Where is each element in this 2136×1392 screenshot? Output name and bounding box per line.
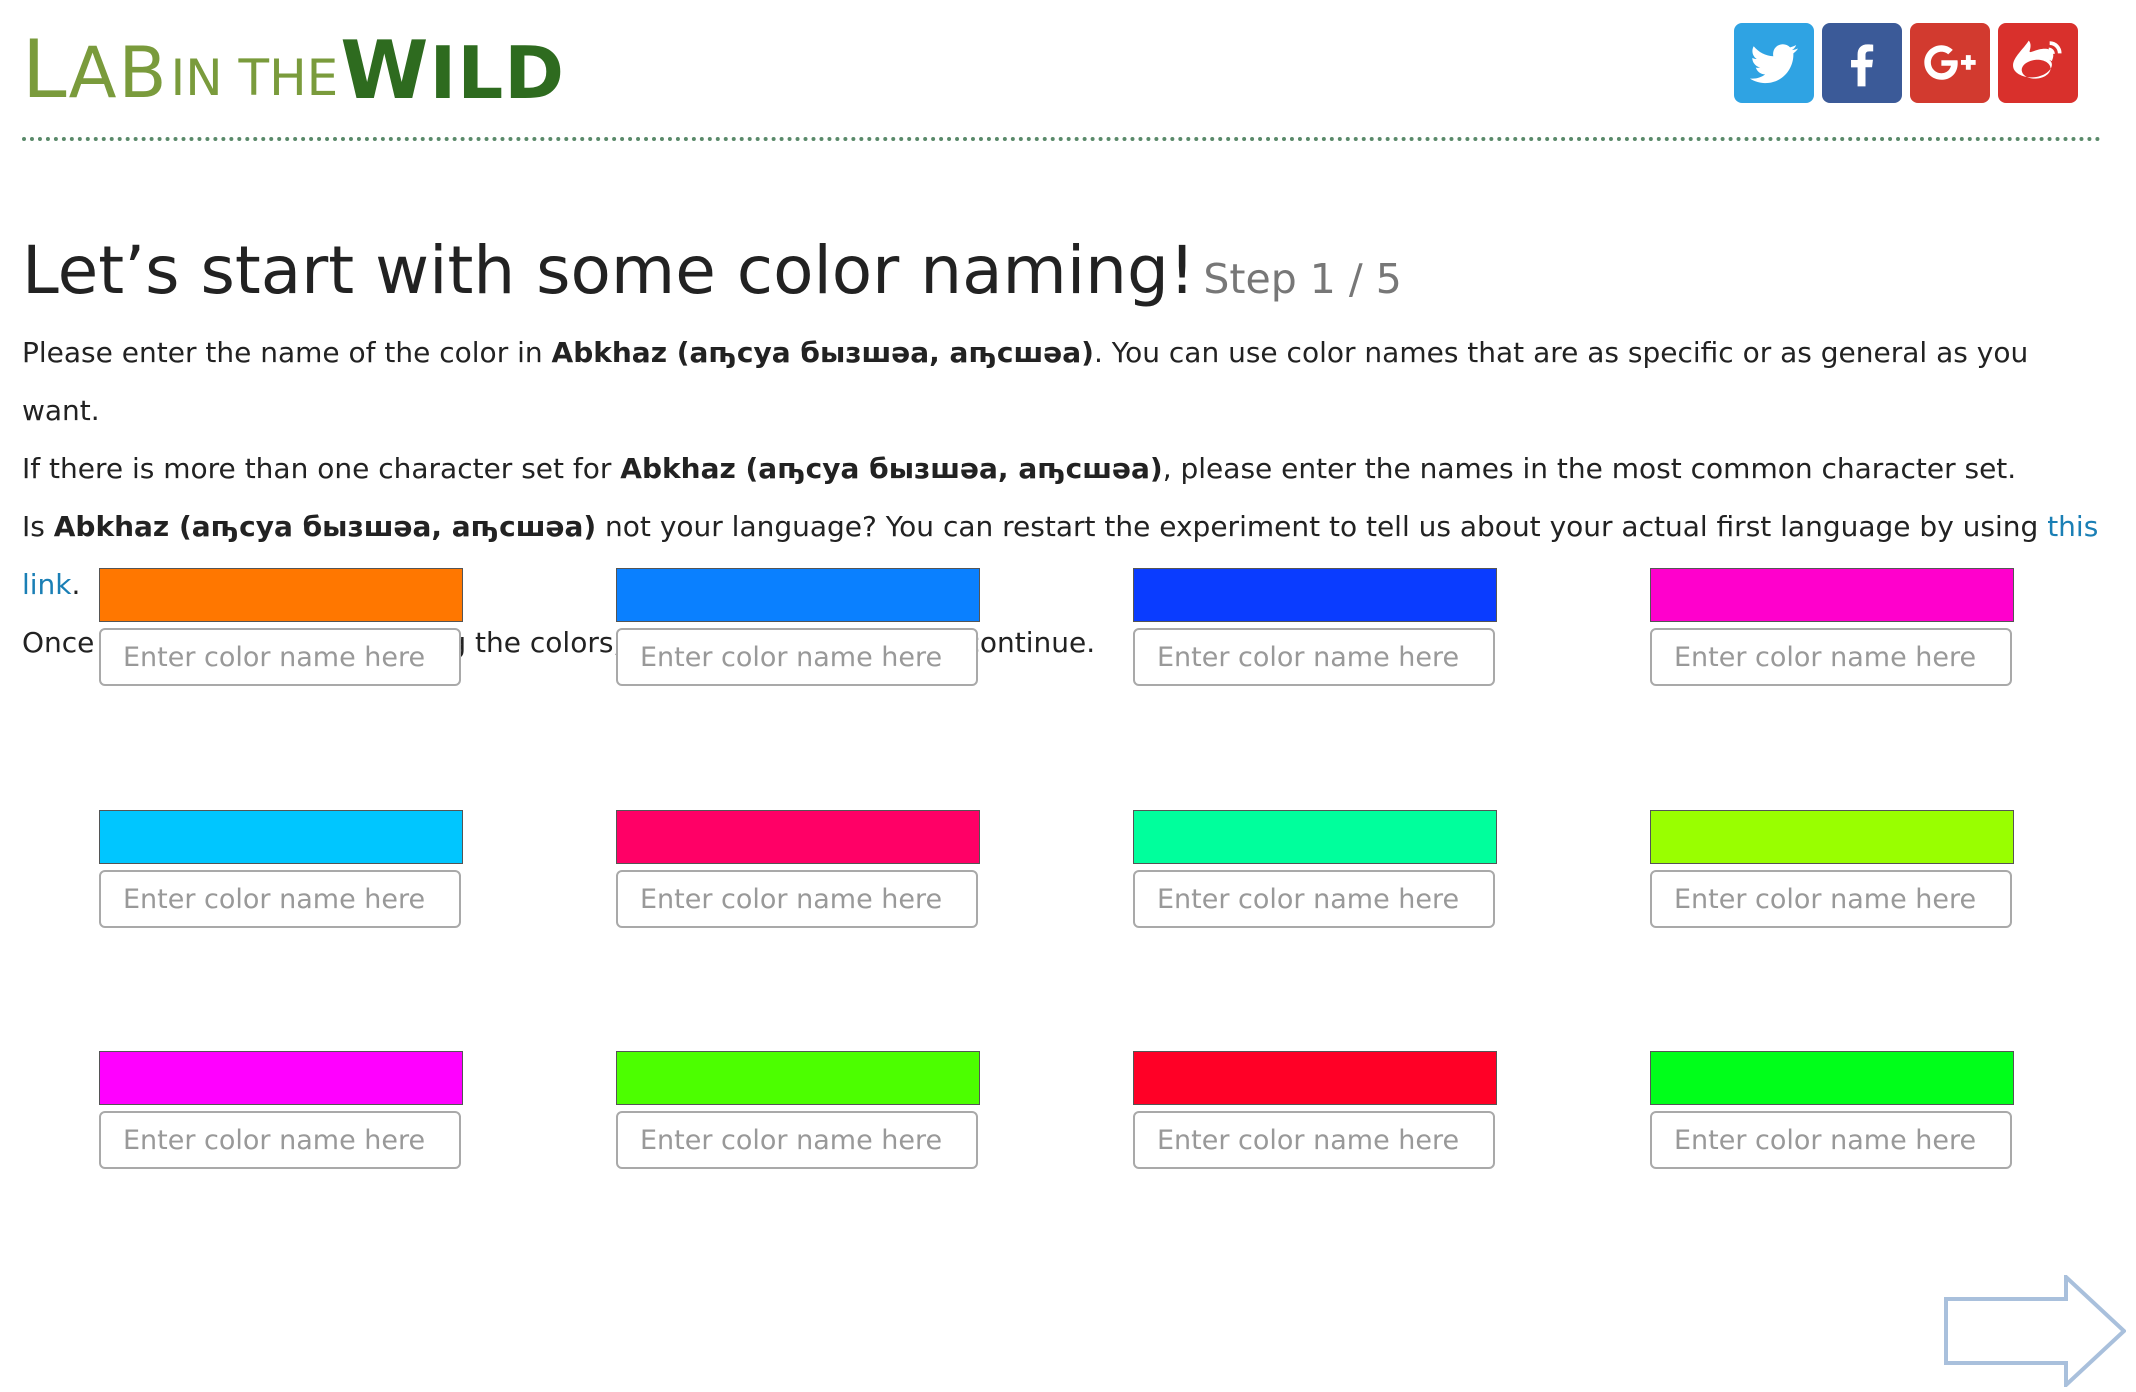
instruction-character-set: If there is more than one character set … <box>22 452 2017 485</box>
twitter-icon <box>1749 44 1799 84</box>
right-arrow-icon <box>1944 1272 2127 1390</box>
color-name-input[interactable] <box>1133 1111 1495 1169</box>
color-swatch <box>616 1051 980 1105</box>
weibo-icon <box>2013 40 2062 79</box>
color-item <box>616 568 980 686</box>
color-item <box>99 568 463 686</box>
color-swatch <box>1650 810 2014 864</box>
color-swatch <box>99 568 463 622</box>
logo-in-the: IN THE <box>170 49 339 107</box>
color-item <box>1133 1051 1497 1169</box>
color-swatch <box>1133 1051 1497 1105</box>
color-swatch <box>1133 810 1497 864</box>
logo-lab: LAB <box>22 23 169 116</box>
color-swatch <box>99 1051 463 1105</box>
google-plus-share-button[interactable] <box>1910 23 1990 103</box>
color-swatch <box>616 568 980 622</box>
instruction-language: Please enter the name of the color in Ab… <box>22 336 2029 427</box>
twitter-share-button[interactable] <box>1734 23 1814 103</box>
color-item <box>1650 810 2014 928</box>
color-item <box>1133 568 1497 686</box>
color-swatch <box>616 810 980 864</box>
page-title: Let’s start with some color naming! Step … <box>22 232 1402 309</box>
header: LAB IN THE WILD <box>0 0 2136 145</box>
color-name-input[interactable] <box>616 628 978 686</box>
next-step-button[interactable] <box>1944 1272 2127 1390</box>
color-item <box>99 1051 463 1169</box>
social-share-buttons <box>1734 23 2078 103</box>
color-swatch <box>1133 568 1497 622</box>
color-item <box>1133 810 1497 928</box>
color-name-input[interactable] <box>1133 870 1495 928</box>
color-name-input[interactable] <box>1650 870 2012 928</box>
color-swatch <box>1650 568 2014 622</box>
color-name-input[interactable] <box>1650 1111 2012 1169</box>
color-name-input[interactable] <box>99 870 461 928</box>
logo-wild: WILD <box>340 24 565 117</box>
color-swatch <box>99 810 463 864</box>
color-name-input[interactable] <box>616 1111 978 1169</box>
step-indicator: Step 1 / 5 <box>1203 255 1402 303</box>
color-name-input[interactable] <box>616 870 978 928</box>
color-item <box>1650 1051 2014 1169</box>
facebook-icon <box>1851 44 1874 87</box>
color-name-input[interactable] <box>1133 628 1495 686</box>
color-name-input[interactable] <box>1650 628 2012 686</box>
header-divider <box>22 137 2102 141</box>
color-item <box>616 810 980 928</box>
google-plus-icon <box>1924 45 1976 80</box>
weibo-share-button[interactable] <box>1998 23 2078 103</box>
color-swatch <box>1650 1051 2014 1105</box>
color-item <box>616 1051 980 1169</box>
color-name-input[interactable] <box>99 1111 461 1169</box>
lab-in-the-wild-logo[interactable]: LAB IN THE WILD <box>22 23 565 117</box>
color-item <box>1650 568 2014 686</box>
color-name-input[interactable] <box>99 628 461 686</box>
facebook-share-button[interactable] <box>1822 23 1902 103</box>
color-item <box>99 810 463 928</box>
